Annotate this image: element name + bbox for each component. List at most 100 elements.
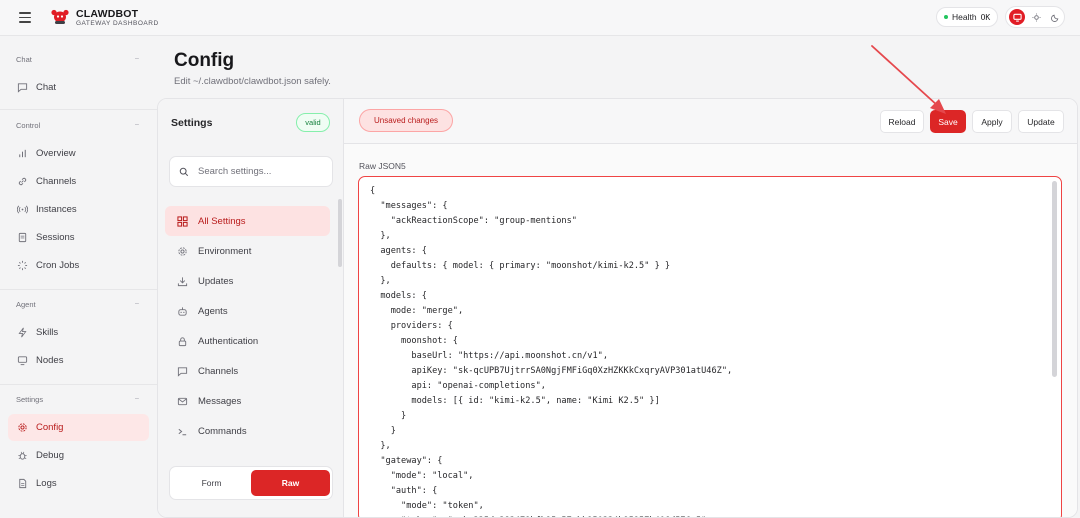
link-icon (17, 176, 28, 187)
bug-icon (17, 450, 28, 461)
message-icon (176, 365, 188, 377)
settings-item-label: Commands (198, 425, 247, 437)
settings-item-channels[interactable]: Channels (165, 356, 330, 386)
broadcast-icon (17, 204, 28, 215)
sidebar-item-logs[interactable]: Logs (8, 470, 149, 497)
sidebar-item-instances[interactable]: Instances (8, 196, 149, 223)
message-icon (17, 82, 28, 93)
settings-item-messages[interactable]: Messages (165, 386, 330, 416)
editor-scrollbar[interactable] (1052, 181, 1057, 377)
health-status[interactable]: Health OK (936, 7, 998, 27)
form-mode-button[interactable]: Form (172, 470, 251, 496)
save-button[interactable]: Save (930, 110, 966, 133)
collapse-settings-icon[interactable]: – (135, 395, 139, 402)
settings-item-label: Authentication (198, 335, 259, 347)
terminal-icon (176, 425, 188, 437)
health-value: OK (980, 12, 991, 22)
reload-button[interactable]: Reload (880, 110, 924, 133)
sidebar-divider (0, 289, 157, 290)
menu-icon[interactable] (19, 12, 31, 23)
sidebar-item-sessions[interactable]: Sessions (8, 224, 149, 251)
sidebar-section-control: Control (16, 121, 41, 130)
settings-item-label: Updates (198, 275, 234, 287)
monitor-theme-icon[interactable] (1009, 9, 1025, 25)
settings-item-all-settings[interactable]: All Settings (165, 206, 330, 236)
settings-item-updates[interactable]: Updates (165, 266, 330, 296)
editor-toolbar: Unsaved changes Reload Save Apply Update (344, 99, 1077, 144)
sidebar-item-label: Cron Jobs (36, 260, 80, 271)
settings-item-agents[interactable]: Agents (165, 296, 330, 326)
valid-badge: valid (296, 113, 330, 132)
update-button[interactable]: Update (1018, 110, 1064, 133)
sidebar-item-chat[interactable]: Chat (8, 74, 149, 101)
settings-item-label: All Settings (198, 215, 246, 227)
monitor-icon (17, 355, 28, 366)
settings-item-environment[interactable]: Environment (165, 236, 330, 266)
sidebar-divider (0, 109, 157, 110)
file-text-icon (17, 478, 28, 489)
sidebar-section-chat: Chat (16, 55, 32, 64)
sidebar-item-cron-jobs[interactable]: Cron Jobs (8, 252, 149, 279)
sidebar-item-label: Config (36, 422, 64, 433)
sidebar-item-label: Overview (36, 148, 76, 159)
raw-mode-button[interactable]: Raw (251, 470, 330, 496)
settings-search[interactable] (169, 156, 333, 187)
sidebar-item-label: Instances (36, 204, 77, 215)
settings-item-label: Agents (198, 305, 228, 317)
search-input[interactable] (198, 166, 328, 177)
theme-switcher (1005, 6, 1065, 28)
sidebar-item-label: Chat (36, 82, 57, 93)
settings-title: Settings (171, 117, 213, 129)
sidebar-item-label: Skills (36, 327, 59, 338)
gear-icon (17, 422, 28, 433)
sidebar-section-settings: Settings (16, 395, 44, 404)
sidebar: Chat – Chat Control – Overview Channels … (0, 36, 157, 518)
sidebar-item-debug[interactable]: Debug (8, 442, 149, 469)
moon-icon[interactable] (1047, 9, 1063, 25)
sidebar-item-skills[interactable]: Skills (8, 319, 149, 346)
lobster-logo-icon (51, 9, 69, 24)
health-label: Health (952, 12, 977, 22)
search-icon (179, 167, 189, 176)
grid-icon (176, 215, 188, 227)
loader-icon (17, 260, 28, 271)
download-icon (176, 275, 188, 287)
collapse-chat-icon[interactable]: – (135, 55, 139, 62)
lock-icon (176, 335, 188, 347)
settings-item-label: Messages (198, 395, 242, 407)
raw-json5-editor[interactable]: { "messages": { "ackReactionScope": "gro… (358, 176, 1062, 517)
bolt-icon (17, 327, 28, 338)
sidebar-divider (0, 384, 157, 385)
config-card: Settings valid All Settings Environment … (157, 98, 1078, 518)
sidebar-item-label: Nodes (36, 355, 64, 366)
collapse-control-icon[interactable]: – (135, 121, 139, 128)
gear-icon (176, 245, 188, 257)
sidebar-item-label: Sessions (36, 232, 75, 243)
collapse-agent-icon[interactable]: – (135, 300, 139, 307)
sidebar-item-label: Channels (36, 176, 77, 187)
raw-json5-label: Raw JSON5 (359, 161, 406, 171)
settings-item-authentication[interactable]: Authentication (165, 326, 330, 356)
settings-pane: Settings valid All Settings Environment … (158, 99, 344, 517)
sidebar-item-overview[interactable]: Overview (8, 140, 149, 167)
app-name: CLAWDBOT (76, 8, 139, 20)
code-content[interactable]: { "messages": { "ackReactionScope": "gro… (370, 184, 732, 517)
document-icon (17, 232, 28, 243)
mail-icon (176, 395, 188, 407)
sidebar-item-label: Debug (36, 450, 64, 461)
unsaved-changes-badge: Unsaved changes (359, 109, 453, 132)
settings-scrollbar[interactable] (338, 199, 342, 267)
page-title: Config (174, 50, 235, 71)
bar-chart-icon (17, 148, 28, 159)
sidebar-item-label: Logs (36, 478, 57, 489)
sidebar-item-nodes[interactable]: Nodes (8, 347, 149, 374)
page-subtitle: Edit ~/.clawdbot/clawdbot.json safely. (174, 76, 331, 87)
sidebar-section-agent: Agent (16, 300, 36, 309)
settings-item-commands[interactable]: Commands (165, 416, 330, 446)
apply-button[interactable]: Apply (972, 110, 1012, 133)
sidebar-item-config[interactable]: Config (8, 414, 149, 441)
app-subtitle: GATEWAY DASHBOARD (76, 20, 159, 27)
sun-icon[interactable] (1028, 9, 1044, 25)
sidebar-item-channels[interactable]: Channels (8, 168, 149, 195)
settings-item-label: Environment (198, 245, 252, 257)
